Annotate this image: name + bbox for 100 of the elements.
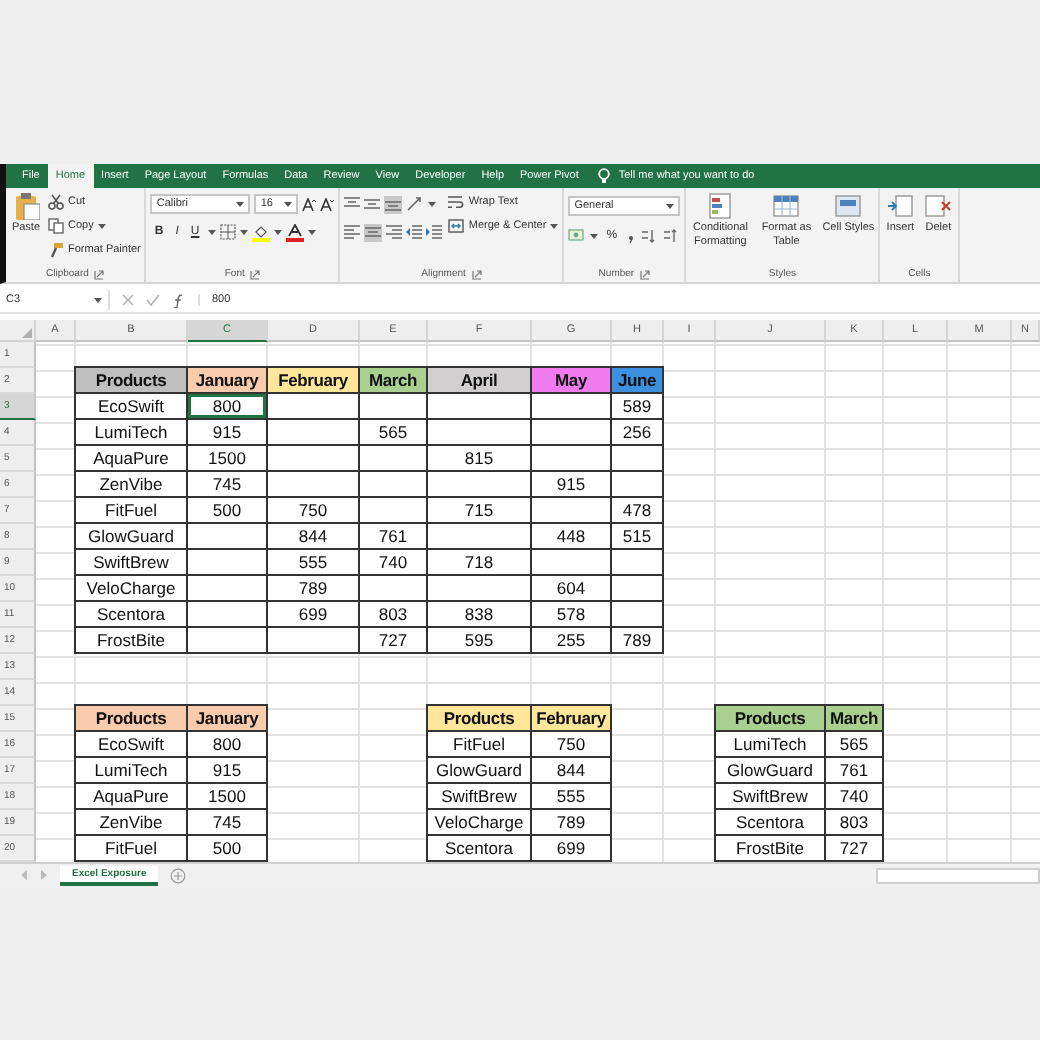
table-cell[interactable] bbox=[612, 472, 664, 498]
caret-icon[interactable] bbox=[97, 223, 106, 229]
table-cell[interactable] bbox=[428, 524, 532, 550]
table-cell[interactable]: LumiTech bbox=[74, 420, 188, 446]
table-cell[interactable] bbox=[188, 628, 268, 654]
table-cell[interactable]: 727 bbox=[360, 628, 428, 654]
table-cell[interactable]: FrostBite bbox=[74, 628, 188, 654]
copy-icon[interactable] bbox=[48, 218, 64, 234]
table-cell[interactable]: 255 bbox=[532, 628, 612, 654]
table-cell[interactable] bbox=[612, 602, 664, 628]
table-cell[interactable] bbox=[428, 472, 532, 498]
caret-icon[interactable] bbox=[273, 229, 282, 235]
table-cell[interactable]: Scentora bbox=[426, 836, 532, 862]
table-cell[interactable]: VeloCharge bbox=[74, 576, 188, 602]
table-cell[interactable] bbox=[532, 420, 612, 446]
table-cell[interactable] bbox=[360, 472, 428, 498]
table-cell[interactable]: FitFuel bbox=[426, 732, 532, 758]
table-cell[interactable]: 578 bbox=[532, 602, 612, 628]
decrease-indent-icon[interactable] bbox=[406, 224, 423, 240]
clipboard-icon[interactable] bbox=[12, 192, 40, 220]
table-cell[interactable]: EcoSwift bbox=[74, 732, 188, 758]
caret-icon[interactable] bbox=[236, 201, 245, 207]
table-cell[interactable]: 803 bbox=[360, 602, 428, 628]
table-cell[interactable]: 915 bbox=[532, 472, 612, 498]
wrap-text-icon[interactable] bbox=[448, 194, 465, 210]
caret-icon[interactable] bbox=[590, 233, 599, 239]
table-cell[interactable]: 715 bbox=[428, 498, 532, 524]
align-bottom-icon[interactable] bbox=[384, 195, 403, 213]
table-cell[interactable]: 789 bbox=[612, 628, 664, 654]
caret-icon[interactable] bbox=[428, 201, 437, 207]
brush-icon[interactable] bbox=[48, 242, 64, 258]
table-cell[interactable] bbox=[188, 550, 268, 576]
table-cell[interactable] bbox=[360, 498, 428, 524]
table-cell[interactable]: 915 bbox=[188, 758, 268, 784]
table-cell[interactable]: LumiTech bbox=[714, 732, 826, 758]
dialog-launcher-icon[interactable] bbox=[471, 269, 482, 279]
table-cell[interactable]: 500 bbox=[188, 498, 268, 524]
table-cell[interactable] bbox=[532, 498, 612, 524]
table-cell[interactable]: SwiftBrew bbox=[426, 784, 532, 810]
bar-list-icon[interactable] bbox=[706, 192, 735, 220]
table-cell[interactable]: 750 bbox=[268, 498, 360, 524]
increase-decimal-icon[interactable] bbox=[639, 228, 658, 244]
table-cell[interactable]: 555 bbox=[268, 550, 360, 576]
table-cell[interactable]: VeloCharge bbox=[426, 810, 532, 836]
table-cell[interactable]: SwiftBrew bbox=[74, 550, 188, 576]
table-cell[interactable]: Scentora bbox=[714, 810, 826, 836]
table-cell[interactable]: FitFuel bbox=[74, 498, 188, 524]
table-cell[interactable] bbox=[428, 576, 532, 602]
table-cell[interactable]: 500 bbox=[188, 836, 268, 862]
table-cell[interactable]: 915 bbox=[188, 420, 268, 446]
table-cell[interactable] bbox=[360, 394, 428, 420]
increase-indent-icon[interactable] bbox=[426, 224, 443, 240]
cell-style-icon[interactable] bbox=[834, 192, 863, 220]
table-cell[interactable] bbox=[532, 550, 612, 576]
fill-color-icon[interactable] bbox=[251, 223, 270, 241]
align-top-icon[interactable] bbox=[344, 196, 361, 212]
function-icon[interactable] bbox=[172, 293, 186, 307]
table-cell[interactable]: 761 bbox=[826, 758, 884, 784]
table-cell[interactable]: FitFuel bbox=[74, 836, 188, 862]
table-cell[interactable] bbox=[532, 446, 612, 472]
table-cell[interactable] bbox=[360, 576, 428, 602]
table-cell[interactable]: FrostBite bbox=[714, 836, 826, 862]
table-cell[interactable] bbox=[532, 394, 612, 420]
table-cell[interactable]: 789 bbox=[268, 576, 360, 602]
align-middle-icon[interactable] bbox=[364, 196, 381, 212]
table-cell[interactable] bbox=[360, 446, 428, 472]
table-cell[interactable]: 761 bbox=[360, 524, 428, 550]
shrink-font-icon[interactable] bbox=[320, 197, 335, 211]
table-cell[interactable]: GlowGuard bbox=[714, 758, 826, 784]
table-cell[interactable] bbox=[188, 602, 268, 628]
table-cell[interactable]: 727 bbox=[826, 836, 884, 862]
table-cell[interactable]: 750 bbox=[532, 732, 612, 758]
table-cell[interactable]: 815 bbox=[428, 446, 532, 472]
table-cell[interactable]: 604 bbox=[532, 576, 612, 602]
table-cell[interactable]: 1500 bbox=[188, 446, 268, 472]
table-cell[interactable]: 515 bbox=[612, 524, 664, 550]
table-cell[interactable]: 1500 bbox=[188, 784, 268, 810]
table-cell[interactable]: 478 bbox=[612, 498, 664, 524]
align-left-icon[interactable] bbox=[344, 224, 361, 240]
delete-cells-icon[interactable] bbox=[924, 192, 953, 220]
table-cell[interactable]: 844 bbox=[532, 758, 612, 784]
table-cell[interactable]: 565 bbox=[360, 420, 428, 446]
table-cell[interactable] bbox=[428, 394, 532, 420]
table-cell[interactable]: 718 bbox=[428, 550, 532, 576]
horizontal-scrollbar[interactable] bbox=[876, 867, 1040, 883]
table-cell[interactable] bbox=[268, 472, 360, 498]
table-cell[interactable] bbox=[268, 446, 360, 472]
table-cell[interactable] bbox=[188, 576, 268, 602]
table-cell[interactable]: 740 bbox=[360, 550, 428, 576]
align-center-icon[interactable] bbox=[364, 223, 383, 241]
dialog-launcher-icon[interactable] bbox=[94, 269, 105, 279]
table-cell[interactable]: 256 bbox=[612, 420, 664, 446]
insert-cells-icon[interactable] bbox=[886, 192, 915, 220]
table-cell[interactable]: AquaPure bbox=[74, 446, 188, 472]
table-cell[interactable]: 803 bbox=[826, 810, 884, 836]
table-cell[interactable] bbox=[612, 576, 664, 602]
table-cell[interactable]: 565 bbox=[826, 732, 884, 758]
table-cell[interactable]: GlowGuard bbox=[426, 758, 532, 784]
table-cell[interactable]: 745 bbox=[188, 472, 268, 498]
dialog-launcher-icon[interactable] bbox=[640, 269, 651, 279]
